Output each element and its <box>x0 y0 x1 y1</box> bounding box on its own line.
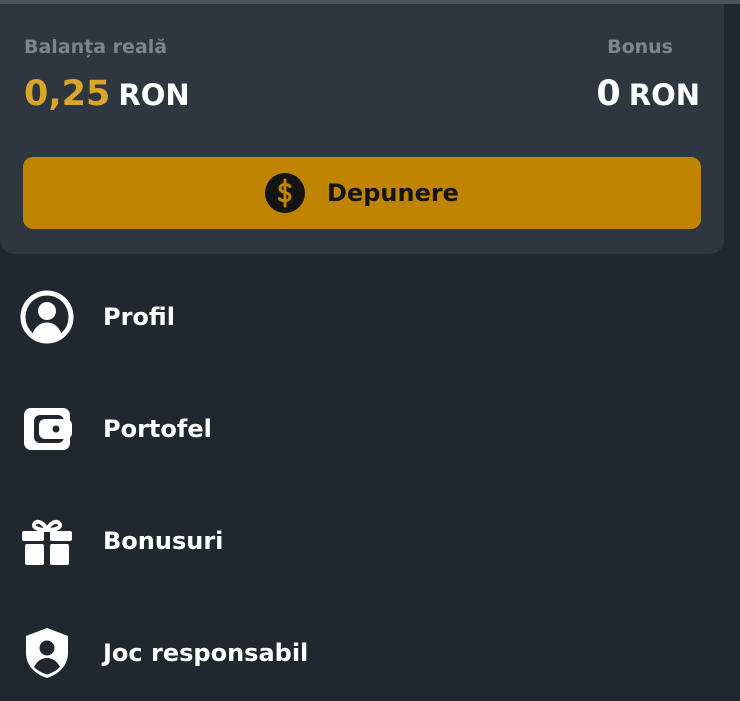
gift-icon <box>20 514 74 568</box>
user-circle-icon <box>20 290 74 344</box>
menu-item-joc-responsabil[interactable]: Joc responsabil <box>0 613 740 693</box>
balance-card: Balanța reală Bonus 0,25 RON 0 RON Depuner… <box>0 4 724 254</box>
real-balance-label: Balanța reală <box>24 36 168 58</box>
real-balance-amount: 0,25 RON <box>24 74 190 114</box>
real-balance-value: 0,25 <box>24 74 111 114</box>
real-balance-currency: RON <box>118 78 190 112</box>
bonus-balance-amount: 0 RON <box>596 74 700 114</box>
dollar-coin-icon <box>265 173 306 213</box>
account-panel: Balanța reală Bonus 0,25 RON 0 RON Depuner… <box>0 0 740 701</box>
shield-user-icon <box>20 626 74 680</box>
menu-label-bonusuri: Bonusuri <box>103 527 224 555</box>
deposit-label: Depunere <box>327 179 459 207</box>
bonus-balance-value: 0 <box>596 74 621 114</box>
bonus-balance-currency: RON <box>628 78 700 112</box>
menu-item-profil[interactable]: Profil <box>0 277 740 357</box>
menu-label-profil: Profil <box>103 303 175 331</box>
menu-item-bonusuri[interactable]: Bonusuri <box>0 501 740 581</box>
menu-item-portofel[interactable]: Portofel <box>0 389 740 469</box>
bonus-balance-label: Bonus <box>607 36 673 58</box>
menu-label-portofel: Portofel <box>103 415 212 443</box>
menu-label-joc-responsabil: Joc responsabil <box>103 639 309 667</box>
wallet-icon <box>20 402 74 456</box>
deposit-button[interactable]: Depunere <box>23 157 701 229</box>
